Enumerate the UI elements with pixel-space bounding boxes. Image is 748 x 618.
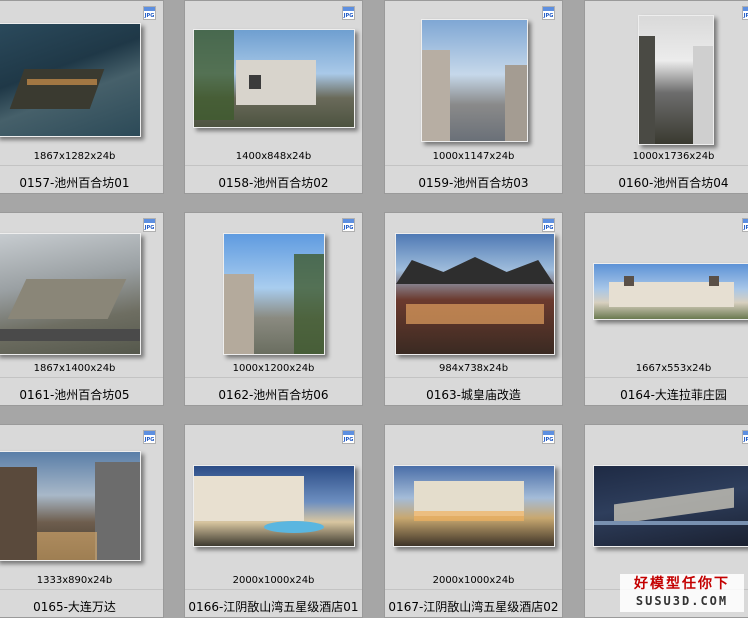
jpg-file-icon: JPG: [542, 6, 555, 20]
thumbnail-tile[interactable]: JPG 2000x1000x24b 0166-江阴敔山湾五星级酒店01: [184, 424, 363, 618]
image-dimensions: 984x738x24b: [438, 363, 509, 374]
thumbnail-image: [193, 465, 355, 547]
image-dimensions: 1000x1147x24b: [432, 151, 515, 162]
image-dimensions: 1000x1736x24b: [632, 151, 715, 162]
file-name: 0165-大连万达: [33, 600, 116, 614]
jpg-file-icon: JPG: [742, 218, 748, 232]
thumbnail-image: [0, 451, 141, 561]
image-dimensions: 1667x553x24b: [635, 363, 712, 374]
thumbnail-tile[interactable]: JPG 1867x1400x24b 0161-池州百合坊05: [0, 212, 164, 406]
image-dimensions: 1867x1400x24b: [33, 363, 116, 374]
divider: [0, 377, 163, 378]
jpg-file-icon: JPG: [342, 430, 355, 444]
thumbnail-tile[interactable]: JPG 1000x1200x24b 0162-池州百合坊06: [184, 212, 363, 406]
file-name: 0160-池州百合坊04: [618, 176, 729, 190]
thumbnail-image: [0, 233, 141, 355]
file-name: 0158-池州百合坊02: [218, 176, 329, 190]
divider: [385, 589, 562, 590]
watermark-slogan: 好模型任你下: [634, 576, 730, 592]
jpg-file-icon: JPG: [143, 218, 156, 232]
jpg-file-icon: JPG: [342, 218, 355, 232]
image-dimensions: 1000x1200x24b: [232, 363, 315, 374]
file-name: 0161-池州百合坊05: [19, 388, 130, 402]
thumbnail-image: [421, 19, 528, 142]
file-name: 0166-江阴敔山湾五星级酒店01: [188, 600, 359, 614]
jpg-file-icon: JPG: [342, 6, 355, 20]
divider: [385, 377, 562, 378]
image-dimensions: 1333x890x24b: [36, 575, 113, 586]
thumbnail-tile[interactable]: JPG 1000x1736x24b 0160-池州百合坊04: [584, 0, 748, 194]
divider: [185, 165, 362, 166]
divider: [585, 165, 748, 166]
divider: [0, 165, 163, 166]
jpg-file-icon: JPG: [742, 430, 748, 444]
divider: [185, 589, 362, 590]
file-name: 0162-池州百合坊06: [218, 388, 329, 402]
file-name: 0163-城皇庙改造: [426, 388, 521, 402]
jpg-file-icon: JPG: [143, 430, 156, 444]
thumbnail-image: [193, 29, 355, 128]
image-dimensions: 1867x1282x24b: [33, 151, 116, 162]
divider: [585, 377, 748, 378]
thumbnail-tile[interactable]: JPG 984x738x24b 0163-城皇庙改造: [384, 212, 563, 406]
file-name: 0157-池州百合坊01: [19, 176, 130, 190]
divider: [185, 377, 362, 378]
watermark-url: SUSU3D.COM: [635, 594, 729, 608]
image-dimensions: 2000x1000x24b: [232, 575, 315, 586]
image-dimensions: 2000x1000x24b: [432, 575, 515, 586]
thumbnail-image: [593, 465, 748, 547]
file-name: 0164-大连拉菲庄园: [620, 388, 727, 402]
thumbnail-image: [638, 15, 714, 145]
jpg-file-icon: JPG: [542, 218, 555, 232]
jpg-file-icon: JPG: [143, 6, 156, 20]
thumbnail-image: [0, 23, 141, 137]
thumbnail-tile[interactable]: JPG 1333x890x24b 0165-大连万达: [0, 424, 164, 618]
image-dimensions: 1400x848x24b: [235, 151, 312, 162]
site-watermark: 好模型任你下 SUSU3D.COM: [620, 574, 744, 612]
file-name: 0159-池州百合坊03: [418, 176, 529, 190]
thumbnail-tile[interactable]: JPG 1667x553x24b 0164-大连拉菲庄园: [584, 212, 748, 406]
thumbnail-image: [593, 263, 748, 320]
jpg-file-icon: JPG: [542, 430, 555, 444]
thumbnail-tile[interactable]: JPG 1867x1282x24b 0157-池州百合坊01: [0, 0, 164, 194]
divider: [0, 589, 163, 590]
thumbnail-tile[interactable]: JPG 1000x1147x24b 0159-池州百合坊03: [384, 0, 563, 194]
divider: [385, 165, 562, 166]
thumbnail-tile[interactable]: JPG 2000x1000x24b 0167-江阴敔山湾五星级酒店02: [384, 424, 563, 618]
jpg-file-icon: JPG: [742, 6, 748, 20]
file-name: 0167-江阴敔山湾五星级酒店02: [388, 600, 559, 614]
thumbnail-tile[interactable]: JPG 1400x848x24b 0158-池州百合坊02: [184, 0, 363, 194]
thumbnail-image: [223, 233, 325, 355]
thumbnail-image: [393, 465, 555, 547]
thumbnail-image: [395, 233, 555, 355]
